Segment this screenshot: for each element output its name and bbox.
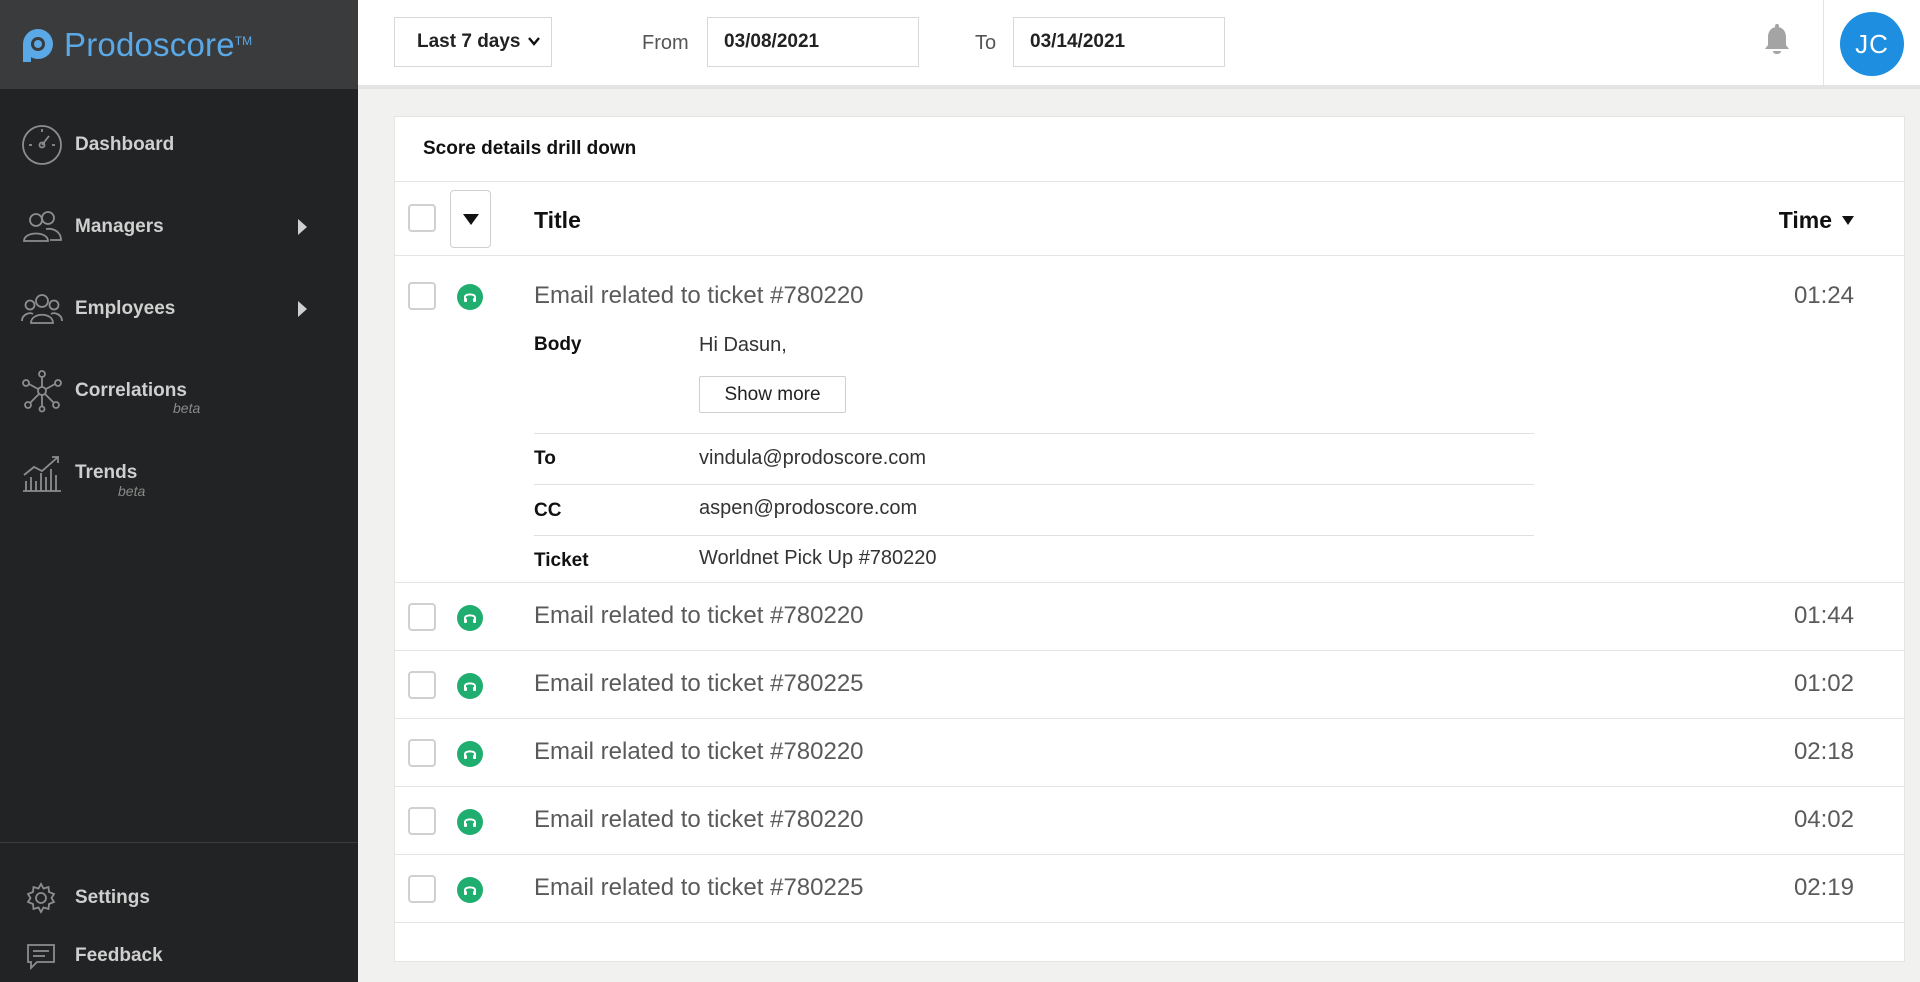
detail-cc-value: aspen@prodoscore.com: [699, 497, 918, 519]
sort-caret-icon[interactable]: [1842, 216, 1854, 225]
chevron-right-icon[interactable]: [298, 301, 307, 317]
select-all-checkbox[interactable]: [408, 204, 436, 232]
row-time: 01:24: [1793, 282, 1854, 309]
table-row[interactable]: Email related to ticket #780220 04:02: [395, 787, 1904, 855]
detail-ticket: Ticket Worldnet Pick Up #780220: [534, 536, 1534, 586]
sidebar-item-employees[interactable]: Employees: [0, 268, 358, 350]
brand-logo[interactable]: Prodoscore TM: [0, 0, 358, 89]
brand-trademark: TM: [234, 34, 253, 48]
show-more-button[interactable]: Show more: [699, 376, 846, 413]
sidebar-item-label: Correlations: [75, 380, 187, 401]
row-time: 02:19: [1793, 874, 1854, 901]
row-time: 02:18: [1793, 738, 1854, 765]
headset-icon: [457, 284, 483, 310]
sidebar-nav: Dashboard Managers Employees Correlation…: [0, 104, 358, 514]
row-checkbox[interactable]: [408, 739, 436, 767]
row-time: 01:02: [1793, 670, 1854, 697]
row-time: 01:44: [1793, 602, 1854, 629]
to-label: To: [975, 32, 997, 54]
topbar-divider: [1823, 0, 1824, 89]
sidebar-item-label: Dashboard: [75, 134, 175, 155]
row-checkbox[interactable]: [408, 875, 436, 903]
table-row[interactable]: Email related to ticket #780220 02:18: [395, 719, 1904, 787]
sidebar-item-managers[interactable]: Managers: [0, 186, 358, 268]
to-date-input[interactable]: [1013, 17, 1225, 67]
table-row[interactable]: Email related to ticket #780220 01:24 Bo…: [395, 256, 1904, 583]
table-row[interactable]: Email related to ticket #780220 01:44: [395, 583, 1904, 651]
date-range-select[interactable]: Last 7 days: [394, 17, 552, 67]
date-range-value: Last 7 days: [417, 31, 521, 52]
sidebar-item-trends[interactable]: Trends beta: [0, 432, 358, 514]
detail-body: Body Hi Dasun, Show more: [534, 334, 1534, 434]
sidebar-item-label: Settings: [75, 887, 150, 908]
headset-icon: [457, 741, 483, 767]
feedback-icon: [24, 939, 58, 973]
card-title: Score details drill down: [395, 117, 1904, 182]
bell-icon[interactable]: [1762, 24, 1792, 58]
detail-cc: CC aspen@prodoscore.com: [534, 485, 1534, 536]
avatar-initials: JC: [1855, 28, 1889, 59]
headset-icon: [457, 605, 483, 631]
from-label: From: [642, 32, 689, 54]
sidebar-footer: Settings Feedback: [0, 842, 358, 982]
row-details: Body Hi Dasun, Show more To vindula@prod…: [534, 334, 1534, 586]
top-bar: Last 7 days From To JC: [358, 0, 1920, 89]
from-date-input[interactable]: [707, 17, 919, 67]
row-title: Email related to ticket #780225: [534, 874, 864, 901]
avatar[interactable]: JC: [1840, 12, 1904, 76]
table-row[interactable]: Email related to ticket #780225 01:02: [395, 651, 1904, 719]
column-header-title: Title: [534, 207, 581, 233]
headset-icon: [457, 673, 483, 699]
sidebar-item-feedback[interactable]: Feedback: [0, 927, 358, 982]
row-time: 04:02: [1793, 806, 1854, 833]
column-header-time[interactable]: Time: [1779, 207, 1832, 234]
row-checkbox[interactable]: [408, 671, 436, 699]
detail-ticket-label: Ticket: [534, 550, 589, 571]
prodoscore-logo-icon: [23, 28, 53, 62]
caret-down-icon: [463, 214, 479, 225]
detail-cc-label: CC: [534, 500, 562, 521]
sidebar-item-correlations[interactable]: Correlations beta: [0, 350, 358, 432]
row-checkbox[interactable]: [408, 282, 436, 310]
beta-badge: beta: [173, 400, 201, 416]
detail-to-label: To: [534, 448, 556, 469]
row-title: Email related to ticket #780220: [534, 282, 864, 309]
row-checkbox[interactable]: [408, 807, 436, 835]
sidebar-item-settings[interactable]: Settings: [0, 869, 358, 927]
sidebar-item-label: Trends: [75, 462, 138, 483]
headset-icon: [457, 877, 483, 903]
row-title: Email related to ticket #780220: [534, 806, 864, 833]
detail-to-value: vindula@prodoscore.com: [699, 447, 927, 469]
row-title: Email related to ticket #780220: [534, 602, 864, 629]
table-row[interactable]: Email related to ticket #780225 02:19: [395, 855, 1904, 923]
row-checkbox[interactable]: [408, 603, 436, 631]
sidebar-item-label: Employees: [75, 298, 176, 319]
row-title: Email related to ticket #780220: [534, 738, 864, 765]
sidebar: Prodoscore TM Dashboard Managers Employe…: [0, 0, 358, 982]
sidebar-item-label: Managers: [75, 216, 164, 237]
detail-ticket-value: Worldnet Pick Up #780220: [699, 547, 937, 569]
speedometer-icon: [20, 123, 64, 167]
brand-name: Prodoscore: [64, 25, 235, 63]
correlations-icon: [20, 369, 64, 413]
detail-to: To vindula@prodoscore.com: [534, 434, 1534, 485]
gear-icon: [24, 881, 58, 915]
detail-body-value: Hi Dasun,: [699, 334, 787, 356]
row-title: Email related to ticket #780225: [534, 670, 864, 697]
beta-badge: beta: [118, 483, 146, 499]
detail-body-label: Body: [534, 334, 582, 355]
sidebar-item-label: Feedback: [75, 945, 163, 966]
score-details-card: Score details drill down Title Time Emai…: [394, 116, 1905, 962]
bulk-actions-dropdown[interactable]: [450, 190, 491, 248]
table-header: Title Time: [395, 182, 1904, 256]
chevron-down-icon: [528, 37, 540, 46]
chevron-right-icon[interactable]: [298, 219, 307, 235]
headset-icon: [457, 809, 483, 835]
sidebar-item-dashboard[interactable]: Dashboard: [0, 104, 358, 186]
managers-icon: [20, 205, 64, 249]
employees-icon: [20, 287, 64, 331]
trends-icon: [20, 451, 64, 495]
